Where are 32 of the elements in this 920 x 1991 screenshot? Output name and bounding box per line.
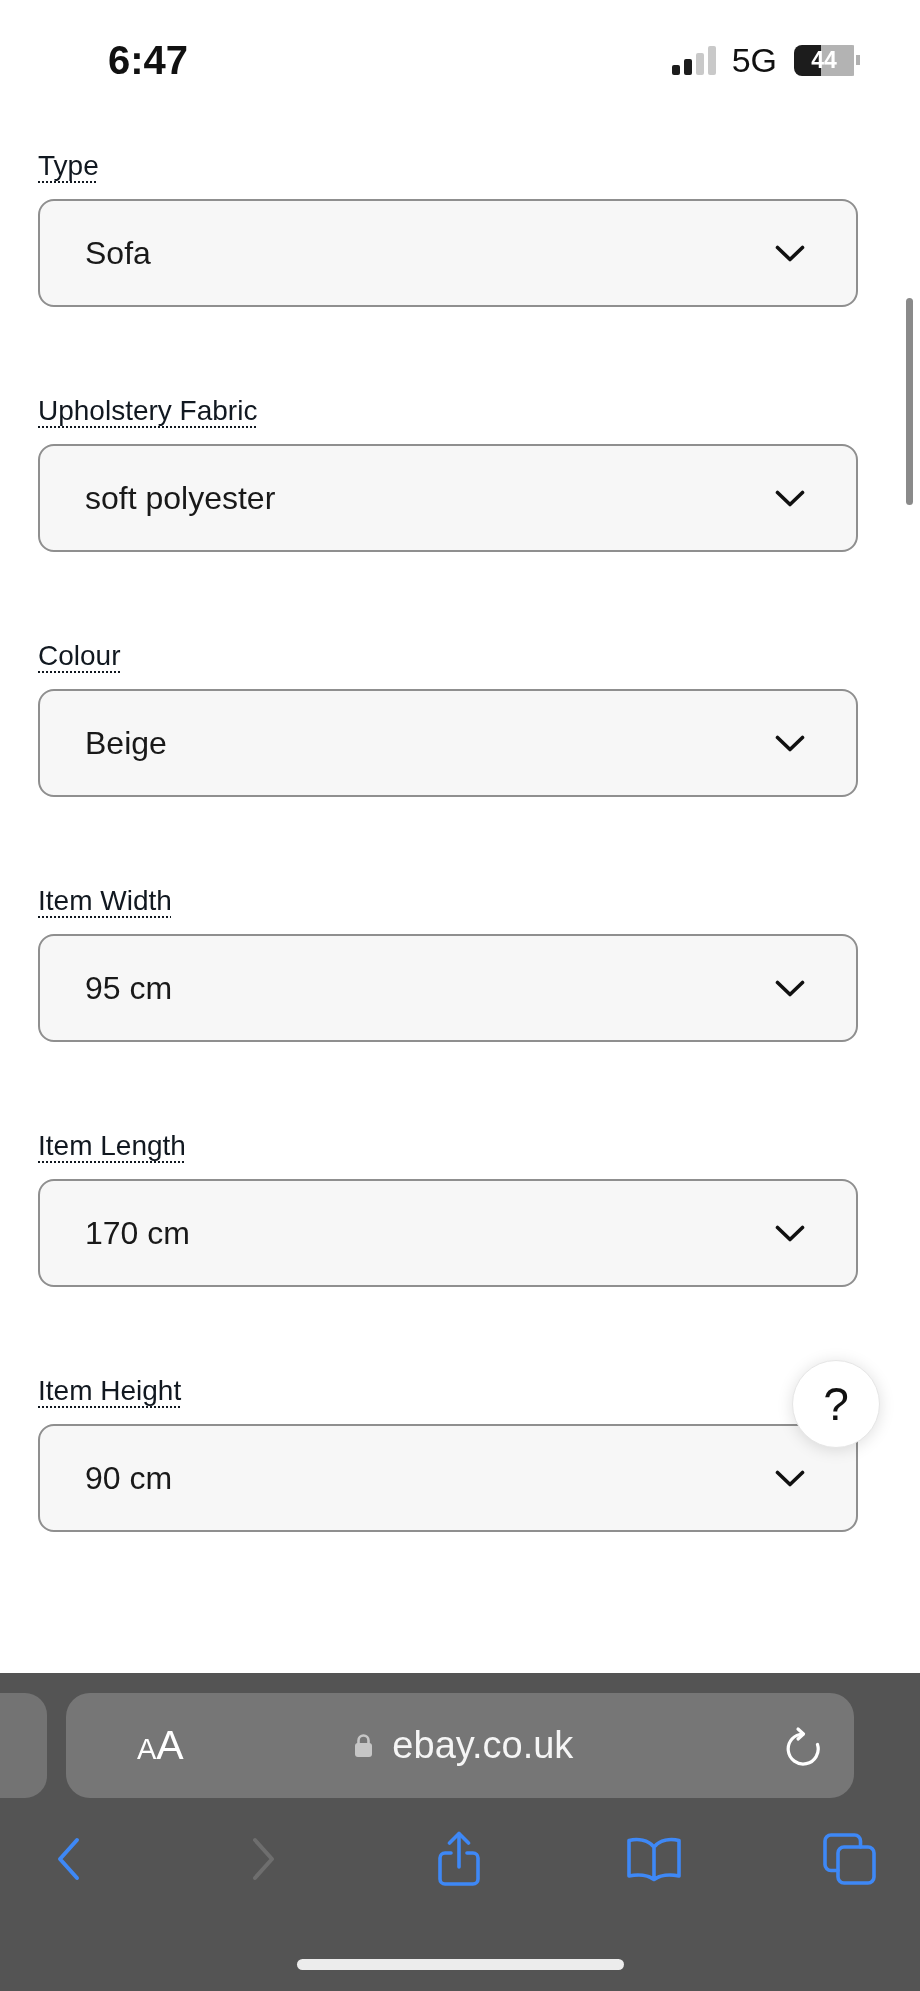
- url-text: ebay.co.uk: [392, 1724, 574, 1767]
- field-label: Item Width: [38, 884, 172, 918]
- chevron-down-icon: [775, 979, 805, 997]
- text-size-button[interactable]: AA: [137, 1725, 184, 1766]
- dropdown-field[interactable]: soft polyester: [38, 444, 858, 552]
- chevron-down-icon: [775, 1224, 805, 1242]
- book-icon[interactable]: [625, 1836, 682, 1882]
- reload-icon[interactable]: [784, 1725, 822, 1766]
- dropdown-field[interactable]: Sofa: [38, 199, 858, 307]
- back-icon[interactable]: [55, 1837, 81, 1881]
- network-type: 5G: [731, 43, 777, 77]
- adjacent-tab-bar[interactable]: [0, 1693, 47, 1798]
- tabs-icon[interactable]: [822, 1833, 876, 1885]
- chevron-down-icon: [775, 489, 805, 507]
- chevron-down-icon: [775, 1469, 805, 1487]
- dropdown-field[interactable]: Beige: [38, 689, 858, 797]
- field-label: Item Height: [38, 1374, 182, 1408]
- lock-icon: [354, 1733, 374, 1758]
- share-icon[interactable]: [436, 1831, 481, 1887]
- address-bar[interactable]: AA ebay.co.uk: [66, 1693, 854, 1798]
- chevron-down-icon: [775, 734, 805, 752]
- chevron-down-icon: [775, 244, 805, 262]
- clock-time: 6:47: [108, 40, 189, 80]
- dropdown-field[interactable]: 95 cm: [38, 934, 858, 1042]
- field-label: Upholstery Fabric: [38, 394, 258, 428]
- dropdown-field[interactable]: 90 cm: [38, 1424, 858, 1532]
- help-button[interactable]: ?: [792, 1360, 880, 1448]
- dropdown-field[interactable]: 170 cm: [38, 1179, 858, 1287]
- field-label: Item Length: [38, 1129, 186, 1163]
- signal-icon: [671, 45, 716, 75]
- field-label: Type: [38, 149, 99, 183]
- field-label: Colour: [38, 639, 121, 673]
